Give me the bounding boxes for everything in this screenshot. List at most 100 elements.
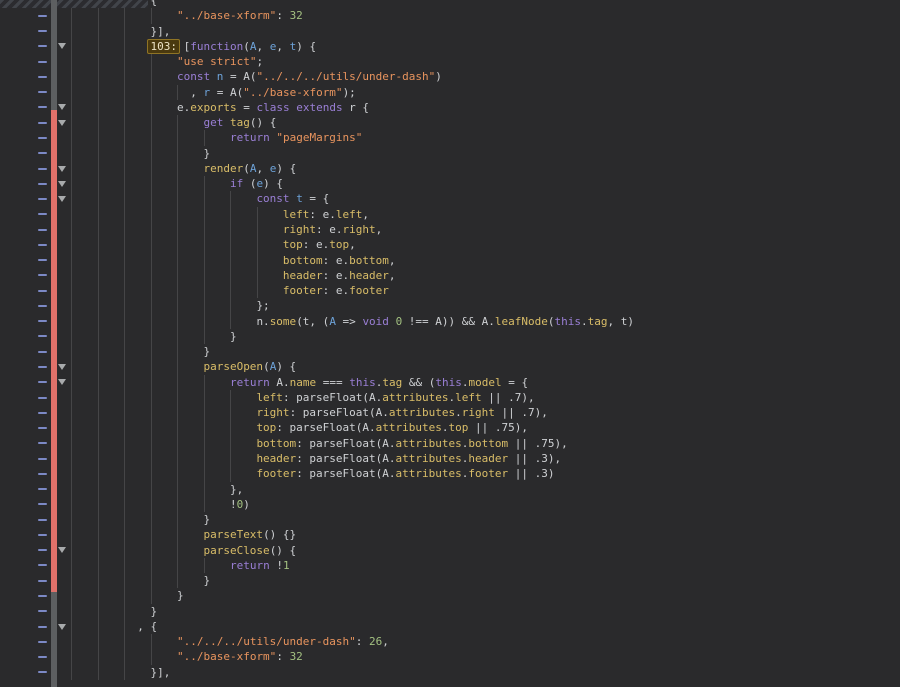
line-gutter-dash[interactable] (38, 626, 47, 628)
code-text: if (e) { (71, 176, 283, 191)
code-line: footer: e.footer (0, 283, 900, 298)
line-gutter-dash[interactable] (38, 15, 47, 17)
token: ( (243, 177, 256, 190)
line-gutter-dash[interactable] (38, 656, 47, 658)
fold-triangle-down-icon[interactable] (58, 166, 66, 172)
token: , (276, 40, 289, 53)
line-gutter-dash[interactable] (38, 427, 47, 429)
fold-triangle-down-icon[interactable] (58, 43, 66, 49)
line-gutter-dash[interactable] (38, 488, 47, 490)
fold-triangle-down-icon[interactable] (58, 196, 66, 202)
line-gutter-dash[interactable] (38, 91, 47, 93)
line-gutter-dash[interactable] (38, 381, 47, 383)
line-gutter-dash[interactable] (38, 366, 47, 368)
line-gutter-dash[interactable] (38, 671, 47, 673)
line-gutter-dash[interactable] (38, 503, 47, 505)
line-gutter-dash[interactable] (38, 412, 47, 414)
line-gutter-dash[interactable] (38, 152, 47, 154)
line-gutter-dash[interactable] (38, 259, 47, 261)
top-striped-band (0, 0, 148, 8)
code-text: parseOpen(A) { (71, 359, 296, 374)
line-gutter-dash[interactable] (38, 641, 47, 643)
line-gutter-dash[interactable] (38, 458, 47, 460)
line-gutter-dash[interactable] (38, 213, 47, 215)
line-gutter-dash[interactable] (38, 61, 47, 63)
code-line: } (0, 588, 900, 603)
line-gutter-dash[interactable] (38, 76, 47, 78)
token: || .75), (468, 421, 528, 434)
line-gutter-dash[interactable] (38, 351, 47, 353)
token: 32 (290, 9, 303, 22)
token: r { (343, 101, 370, 114)
fold-triangle-down-icon[interactable] (58, 181, 66, 187)
line-gutter-dash[interactable] (38, 519, 47, 521)
code-text: footer: parseFloat(A.attributes.footer |… (71, 466, 555, 481)
line-gutter-dash[interactable] (38, 30, 47, 32)
fold-triangle-down-icon[interactable] (58, 547, 66, 553)
line-gutter-dash[interactable] (38, 397, 47, 399)
line-gutter-dash[interactable] (38, 305, 47, 307)
code-text: }, (71, 482, 243, 497)
fold-triangle-down-icon[interactable] (58, 364, 66, 370)
token: : e. (323, 284, 350, 297)
fold-triangle-down-icon[interactable] (58, 379, 66, 385)
line-gutter-dash[interactable] (38, 274, 47, 276)
token: !== A)) && A. (402, 315, 495, 328)
fold-triangle-down-icon[interactable] (58, 624, 66, 630)
line-gutter-dash[interactable] (38, 473, 47, 475)
line-gutter-dash[interactable] (38, 534, 47, 536)
line-gutter-dash[interactable] (38, 229, 47, 231)
code-line: bottom: parseFloat(A.attributes.bottom |… (0, 436, 900, 451)
token: e. (177, 101, 190, 114)
line-gutter-dash[interactable] (38, 564, 47, 566)
code-line: !0) (0, 497, 900, 512)
line-gutter-dash[interactable] (38, 45, 47, 47)
line-gutter-dash[interactable] (38, 198, 47, 200)
line-gutter-dash[interactable] (38, 168, 47, 170)
fold-triangle-down-icon[interactable] (58, 104, 66, 110)
code-lines: , { "../base-xform": 32 }], 103: [functi… (0, 0, 900, 680)
line-gutter-dash[interactable] (38, 595, 47, 597)
line-gutter-dash[interactable] (38, 580, 47, 582)
code-line: right: e.right, (0, 222, 900, 237)
code-line: return "pageMargins" (0, 130, 900, 145)
fold-triangle-down-icon[interactable] (58, 120, 66, 126)
code-text: bottom: e.bottom, (71, 253, 396, 268)
line-gutter-dash[interactable] (38, 137, 47, 139)
token: ) { (276, 162, 296, 175)
line-gutter-dash[interactable] (38, 244, 47, 246)
token: 26 (369, 635, 382, 648)
line-gutter-dash[interactable] (38, 106, 47, 108)
code-text: top: parseFloat(A.attributes.top || .75)… (71, 420, 528, 435)
token: = (237, 101, 257, 114)
token: . (455, 406, 462, 419)
code-line: } (0, 512, 900, 527)
token: get (203, 116, 223, 129)
token: model (468, 376, 501, 389)
token: : e. (323, 269, 350, 282)
token: top (256, 421, 276, 434)
line-gutter-dash[interactable] (38, 183, 47, 185)
line-gutter-dash[interactable] (38, 335, 47, 337)
token: top (283, 238, 303, 251)
code-text: bottom: parseFloat(A.attributes.bottom |… (71, 436, 568, 451)
line-gutter-dash[interactable] (38, 290, 47, 292)
line-gutter-dash[interactable] (38, 549, 47, 551)
code-text: } (71, 146, 210, 161)
token: tag (230, 116, 250, 129)
search-match-highlight: 103: (147, 39, 180, 54)
token: attributes (376, 421, 442, 434)
line-gutter-dash[interactable] (38, 320, 47, 322)
token: } (150, 605, 157, 618)
code-text: get tag() { (71, 115, 276, 130)
code-text: } (71, 344, 210, 359)
code-line: "../base-xform": 32 (0, 8, 900, 23)
token: , (389, 269, 396, 282)
line-gutter-dash[interactable] (38, 610, 47, 612)
token: attributes (396, 467, 462, 480)
gutter-change-marker-bar[interactable] (51, 110, 57, 592)
line-gutter-dash[interactable] (38, 442, 47, 444)
line-gutter-dash[interactable] (38, 122, 47, 124)
code-line: }], (0, 665, 900, 680)
token: top (329, 238, 349, 251)
